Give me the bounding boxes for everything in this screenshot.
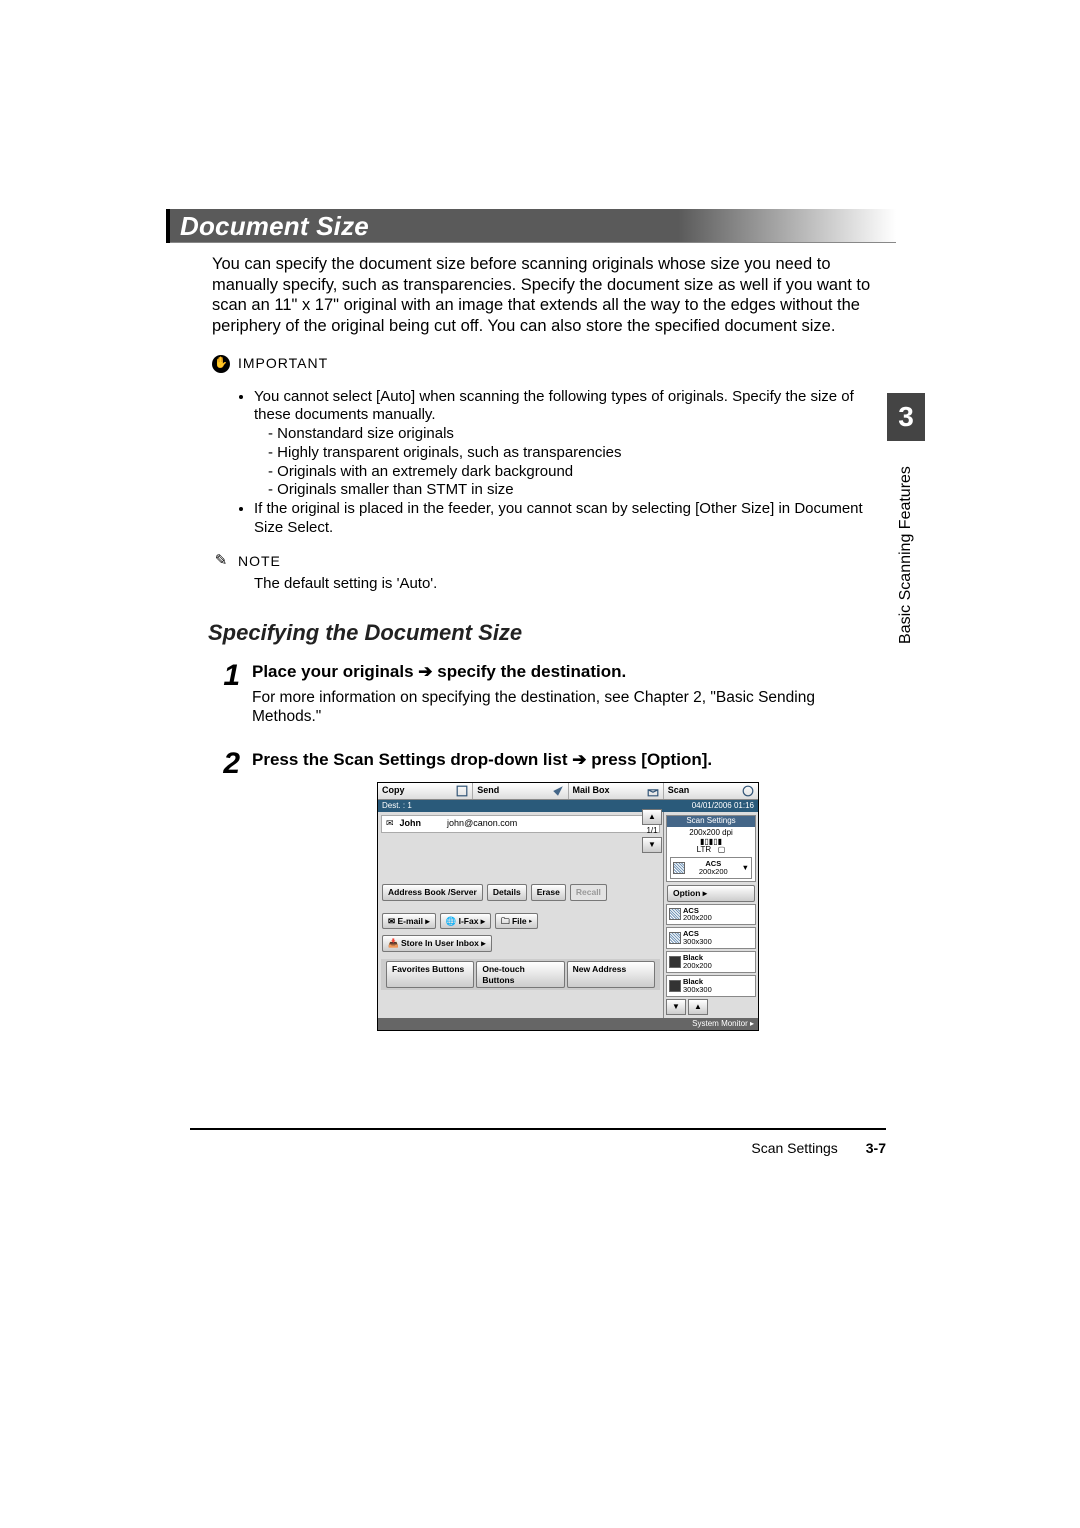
step-title: Press the Scan Settings drop-down list ➔…	[252, 749, 884, 770]
one-touch-buttons-tab[interactable]: One-touch Buttons	[476, 961, 564, 988]
tab-send[interactable]: Send	[473, 783, 568, 799]
important-heading: ✋ IMPORTANT	[212, 355, 884, 373]
scan-option[interactable]: Black200x200	[666, 951, 756, 973]
address-book-button[interactable]: Address Book /Server	[382, 884, 483, 901]
arrow-icon: ➔	[418, 662, 437, 681]
ui-left-panel: ✉ John john@canon.com Address Book /Serv…	[378, 812, 663, 1018]
step-title-part-a: Press the Scan Settings drop-down list	[252, 750, 568, 769]
system-monitor-button[interactable]: System Monitor ▸	[378, 1018, 758, 1030]
step-number: 2	[212, 749, 240, 779]
details-button[interactable]: Details	[487, 884, 527, 901]
step-1: 1 Place your originals ➔ specify the des…	[212, 661, 884, 727]
scan-option-pager: ▼ ▲	[666, 999, 756, 1015]
tab-mailbox[interactable]: Mail Box	[569, 783, 664, 799]
note-icon: ✎	[212, 553, 230, 571]
dest-address: john@canon.com	[447, 818, 517, 829]
section-heading: Document Size	[180, 211, 369, 242]
scan-option[interactable]: ACS200x200	[666, 904, 756, 926]
important-label: IMPORTANT	[238, 355, 328, 373]
manual-page: Document Size You can specify the docume…	[0, 0, 1080, 1528]
tab-copy[interactable]: Copy	[378, 783, 473, 799]
important-subitem: Nonstandard size originals	[268, 425, 884, 444]
important-icon: ✋	[212, 355, 230, 373]
chapter-name: Basic Scanning Features	[897, 466, 915, 644]
file-button[interactable]: 🗀 File ▸	[495, 913, 538, 930]
scan-settings-panel: Scan Settings 200x200 dpi ▮▯▮▯▮ LTR ▢ AC…	[666, 815, 756, 882]
scroll-up-button[interactable]: ▲	[688, 999, 708, 1015]
scan-settings-size: LTR ▢	[670, 846, 752, 855]
important-item: If the original is placed in the feeder,…	[254, 500, 884, 538]
ui-right-panel: Scan Settings 200x200 dpi ▮▯▮▯▮ LTR ▢ AC…	[663, 812, 758, 1018]
ifax-button[interactable]: 🌐 I-Fax ▸	[440, 913, 491, 930]
page-down-button[interactable]: ▼	[642, 837, 662, 853]
section-heading-bar: Document Size	[170, 209, 896, 243]
ui-status-bar: Dest. : 1 04/01/2006 01:16	[378, 800, 758, 812]
bottom-tabs: Favorites Buttons One-touch Buttons New …	[381, 959, 660, 990]
ui-tab-row: Copy Send Mail Box Scan	[378, 783, 758, 800]
recall-button[interactable]: Recall	[570, 884, 607, 901]
scan-option[interactable]: Black300x300	[666, 975, 756, 997]
store-row: 📥 Store In User Inbox ▸	[381, 934, 660, 953]
embedded-screenshot: Copy Send Mail Box Scan Dest. : 1 04/01/…	[377, 782, 759, 1031]
dest-action-row: Address Book /Server Details Erase Recal…	[381, 883, 660, 902]
important-subitem: Highly transparent originals, such as tr…	[268, 444, 884, 463]
option-button[interactable]: Option ▸	[667, 885, 755, 902]
step-body: Place your originals ➔ specify the desti…	[252, 661, 884, 727]
footer-page-number: 3-7	[866, 1140, 886, 1156]
scan-settings-dropdown[interactable]: ACS200x200 ▼	[670, 857, 752, 879]
status-dest-count: Dest. : 1	[382, 801, 412, 811]
tab-scan[interactable]: Scan	[664, 783, 758, 799]
step-2: 2 Press the Scan Settings drop-down list…	[212, 749, 884, 1031]
page-up-button[interactable]: ▲	[642, 809, 662, 825]
step-title-part-b: specify the destination.	[437, 662, 626, 681]
step-title-part-b: press [Option].	[591, 750, 712, 769]
intro-paragraph: You can specify the document size before…	[212, 254, 884, 337]
chevron-down-icon: ▼	[742, 864, 749, 872]
scan-option[interactable]: ACS300x300	[666, 927, 756, 949]
chapter-number: 3	[898, 401, 914, 433]
step-body: Press the Scan Settings drop-down list ➔…	[252, 749, 884, 1031]
important-sublist: Nonstandard size originals Highly transp…	[254, 425, 884, 500]
step-title: Place your originals ➔ specify the desti…	[252, 661, 884, 682]
important-item: You cannot select [Auto] when scanning t…	[254, 388, 884, 426]
note-label: NOTE	[238, 553, 281, 571]
step-title-part-a: Place your originals	[252, 662, 414, 681]
arrow-icon: ➔	[572, 750, 591, 769]
color-swatch-icon	[673, 862, 685, 874]
scan-settings-title: Scan Settings	[667, 816, 755, 827]
email-button[interactable]: ✉ E-mail ▸	[382, 913, 436, 930]
store-inbox-button[interactable]: 📥 Store In User Inbox ▸	[382, 935, 492, 952]
favorites-buttons-tab[interactable]: Favorites Buttons	[386, 961, 474, 988]
erase-button[interactable]: Erase	[531, 884, 566, 901]
important-subitem: Originals smaller than STMT in size	[268, 481, 884, 500]
scroll-down-button[interactable]: ▼	[666, 999, 686, 1015]
new-address-tab[interactable]: New Address	[567, 961, 655, 988]
ui-main-row: ✉ John john@canon.com Address Book /Serv…	[378, 812, 758, 1018]
destination-row[interactable]: ✉ John john@canon.com	[381, 815, 660, 833]
chapter-side-label: Basic Scanning Features	[884, 450, 928, 660]
dest-pager: ▲ 1/1 ▼	[642, 809, 662, 853]
footer-rule	[190, 1128, 886, 1130]
note-text: The default setting is 'Auto'.	[212, 575, 884, 594]
subsection-heading: Specifying the Document Size	[208, 619, 884, 647]
note-heading: ✎ NOTE	[212, 553, 884, 571]
important-list: You cannot select [Auto] when scanning t…	[212, 388, 884, 538]
chapter-tab: 3	[887, 393, 925, 441]
status-datetime: 04/01/2006 01:16	[692, 801, 754, 811]
page-footer: Scan Settings 3-7	[190, 1140, 886, 1156]
important-subitem: Originals with an extremely dark backgro…	[268, 463, 884, 482]
dest-name: John	[400, 818, 422, 829]
page-indicator: 1/1	[646, 826, 657, 836]
step-desc: For more information on specifying the d…	[252, 688, 884, 727]
envelope-icon: ✉	[386, 818, 394, 829]
method-row: ✉ E-mail ▸ 🌐 I-Fax ▸ 🗀 File ▸	[381, 912, 660, 931]
step-number: 1	[212, 661, 240, 691]
body-column: You can specify the document size before…	[212, 254, 884, 1031]
footer-section: Scan Settings	[751, 1140, 837, 1156]
